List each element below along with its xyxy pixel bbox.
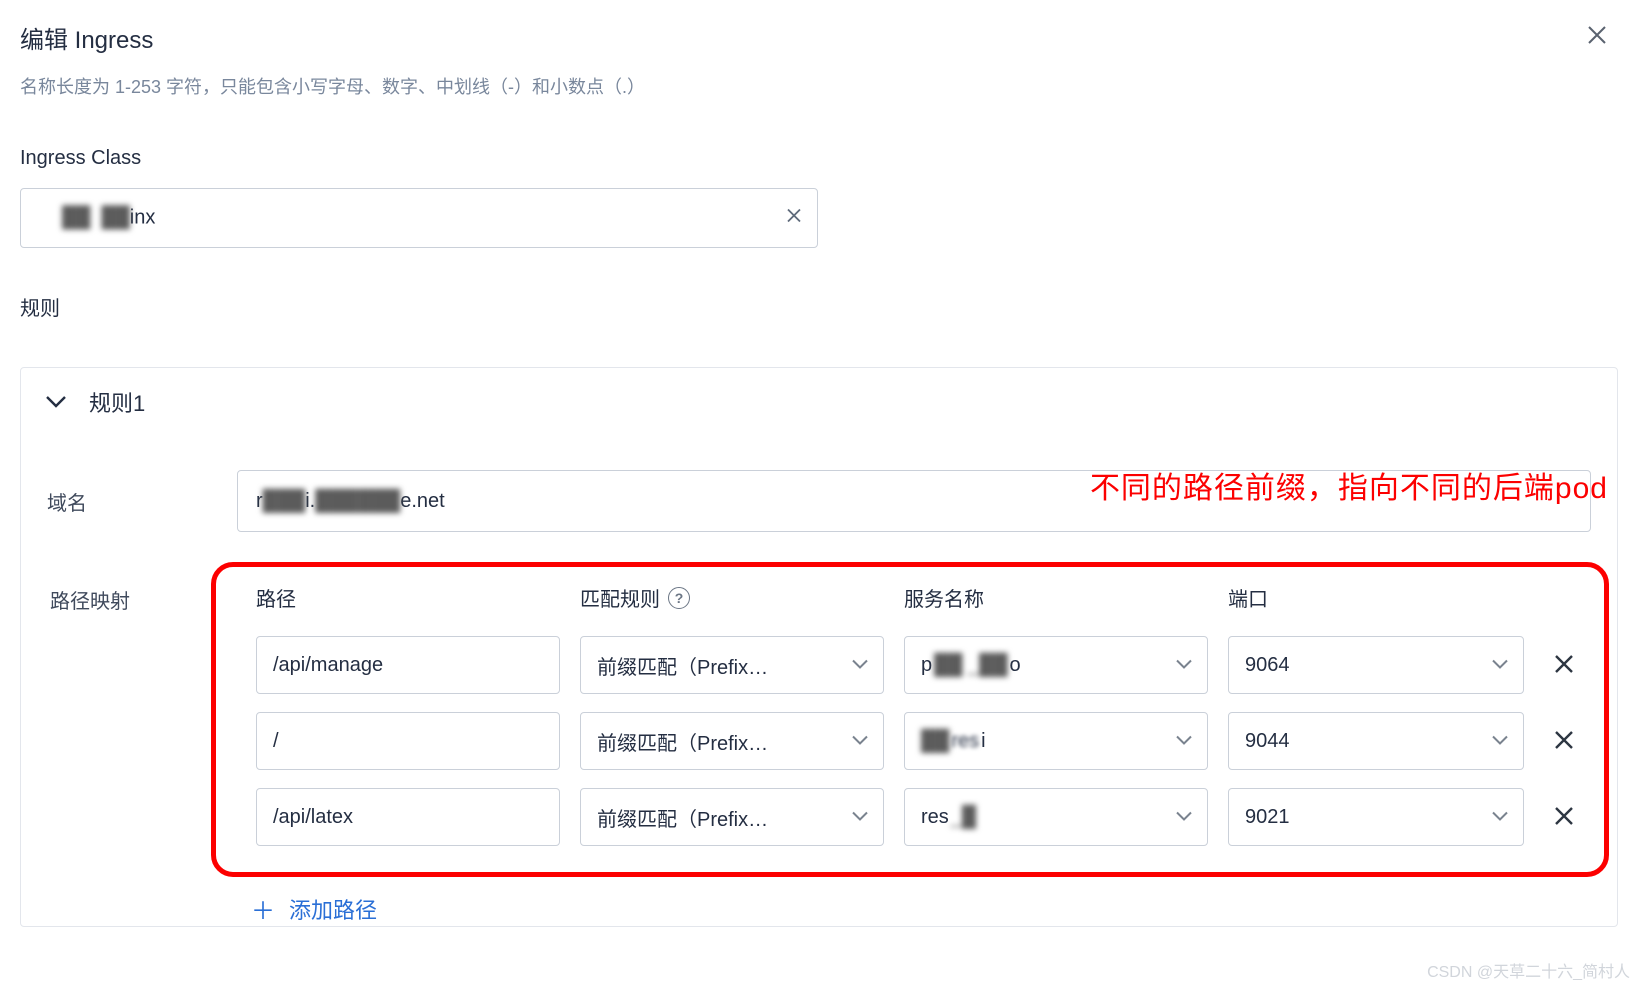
col-port: 端口 [1228, 583, 1524, 612]
chevron-down-icon [1491, 806, 1509, 829]
rules-label: 规则 [20, 292, 1618, 321]
service-select[interactable]: res_█ [904, 788, 1208, 846]
ingress-class-input-wrap: ██ ██inx [20, 188, 818, 248]
service-select[interactable]: ██resi [904, 712, 1208, 770]
rule-title: 规则1 [89, 386, 145, 418]
chevron-down-icon [1175, 730, 1193, 753]
chevron-down-icon [851, 730, 869, 753]
path-input[interactable]: / [256, 712, 560, 770]
plus-icon: ＋ [251, 891, 275, 926]
path-mapping-header-row: 路径 匹配规则 ? 服务名称 端口 [256, 583, 1594, 612]
port-select[interactable]: 9044 [1228, 712, 1524, 770]
port-select[interactable]: 9064 [1228, 636, 1524, 694]
rules-panel: 规则1 不同的路径前缀，指向不同的后端pod 域名 r███i.██████e.… [20, 367, 1618, 927]
match-select[interactable]: 前缀匹配（Prefix… [580, 636, 884, 694]
path-row: / 前缀匹配（Prefix… ██resi 9044 [256, 712, 1594, 770]
add-path-label: 添加路径 [289, 893, 377, 925]
delete-row-icon[interactable] [1544, 726, 1584, 757]
close-icon[interactable] [1576, 18, 1618, 57]
col-path: 路径 [256, 583, 560, 612]
match-select[interactable]: 前缀匹配（Prefix… [580, 712, 884, 770]
chevron-down-icon [1175, 806, 1193, 829]
chevron-down-icon [1491, 730, 1509, 753]
domain-label: 域名 [47, 487, 195, 516]
chevron-down-icon [45, 395, 67, 409]
col-service: 服务名称 [904, 583, 1208, 612]
rule-header[interactable]: 规则1 [21, 368, 1617, 454]
clear-icon[interactable] [786, 207, 802, 230]
path-mapping-label: 路径映射 [50, 585, 130, 614]
chevron-down-icon [1175, 654, 1193, 677]
ingress-class-label: Ingress Class [20, 147, 1618, 170]
add-path-button[interactable]: ＋ 添加路径 [251, 891, 1591, 926]
chevron-down-icon [851, 806, 869, 829]
delete-row-icon[interactable] [1544, 802, 1584, 833]
service-select[interactable]: p██ _██o [904, 636, 1208, 694]
col-match: 匹配规则 ? [580, 583, 884, 612]
ingress-class-value: ██ ██inx [62, 207, 155, 230]
help-icon[interactable]: ? [668, 587, 690, 609]
port-select[interactable]: 9021 [1228, 788, 1524, 846]
watermark: CSDN @天草二十六_简村人 [1427, 958, 1630, 982]
match-select[interactable]: 前缀匹配（Prefix… [580, 788, 884, 846]
chevron-down-icon [1491, 654, 1509, 677]
path-row: /api/manage 前缀匹配（Prefix… p██ _██o 9064 [256, 636, 1594, 694]
annotation-text: 不同的路径前缀，指向不同的后端pod [1090, 463, 1608, 507]
path-mapping-highlight: 路径映射 路径 匹配规则 ? 服务名称 端口 /api/manage 前缀匹配（… [211, 562, 1609, 877]
delete-row-icon[interactable] [1544, 650, 1584, 681]
dialog-header: 编辑 Ingress [0, 0, 1638, 71]
chevron-down-icon [851, 654, 869, 677]
path-row: /api/latex 前缀匹配（Prefix… res_█ 9021 [256, 788, 1594, 846]
name-hint: 名称长度为 1-253 字符，只能包含小写字母、数字、中划线（-）和小数点（.） [0, 65, 1638, 107]
path-input[interactable]: /api/manage [256, 636, 560, 694]
path-input[interactable]: /api/latex [256, 788, 560, 846]
dialog-title: 编辑 Ingress [20, 20, 153, 55]
